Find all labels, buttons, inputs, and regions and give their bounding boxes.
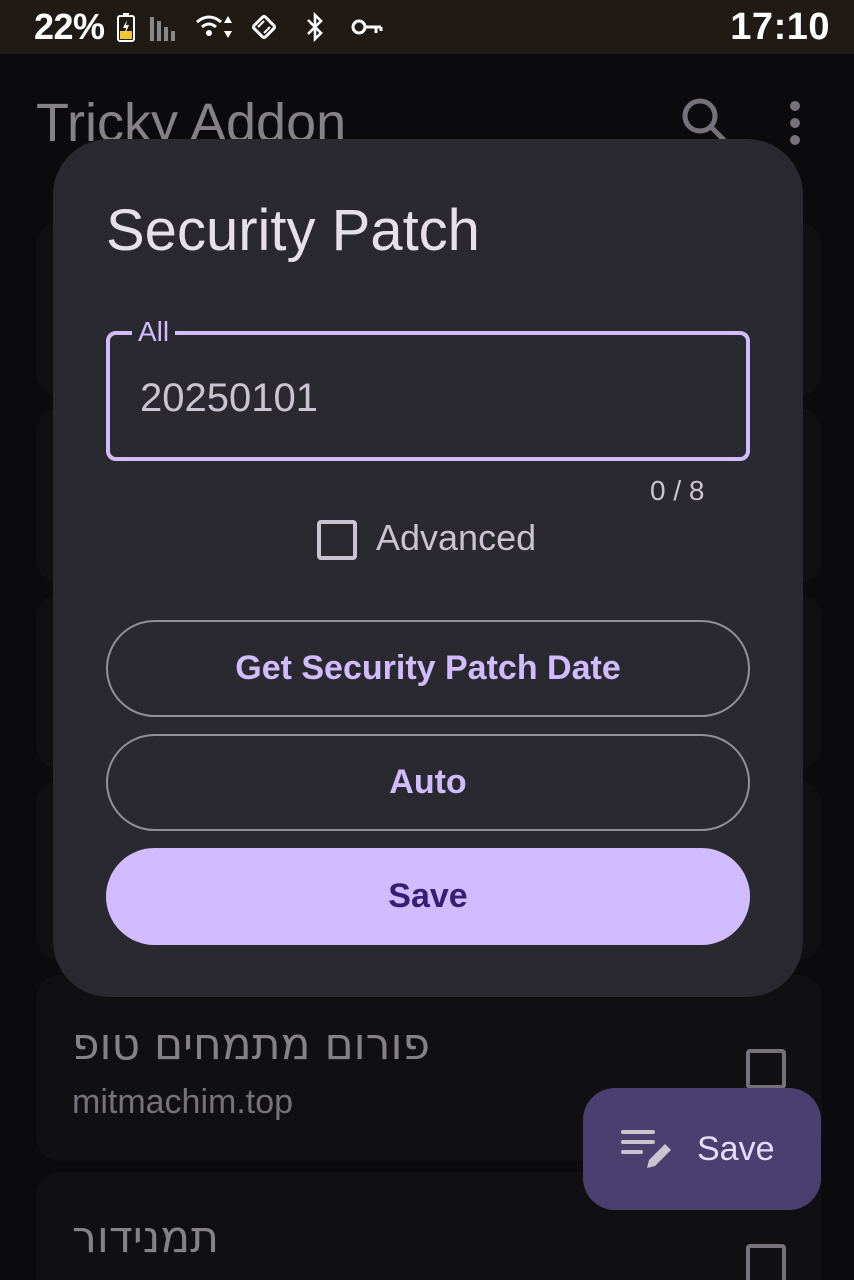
bluetooth-icon <box>305 12 325 42</box>
advanced-checkbox[interactable] <box>317 520 357 560</box>
security-patch-input[interactable] <box>140 373 700 423</box>
save-fab[interactable]: Save <box>583 1088 821 1210</box>
edit-list-icon <box>619 1124 675 1174</box>
wifi-icon <box>195 12 235 42</box>
status-icons <box>116 12 383 42</box>
field-label: All <box>132 315 176 349</box>
character-counter: 0 / 8 <box>650 475 705 506</box>
security-patch-dialog: Security Patch All 0 / 8 Advanced Get Se… <box>53 139 803 997</box>
dialog-title: Security Patch <box>106 198 480 263</box>
signal-icon <box>149 13 181 41</box>
battery-percentage: 22% <box>34 6 105 47</box>
auto-button[interactable]: Auto <box>106 734 750 831</box>
vpn-key-icon <box>351 17 383 37</box>
security-patch-field[interactable]: All <box>106 315 750 461</box>
save-button[interactable]: Save <box>106 848 750 945</box>
advanced-label[interactable]: Advanced <box>376 517 536 559</box>
fab-label: Save <box>697 1129 775 1168</box>
status-bar: 22% 17:10 <box>0 0 854 54</box>
rotate-icon <box>249 12 279 42</box>
get-security-patch-date-button[interactable]: Get Security Patch Date <box>106 620 750 717</box>
battery-charging-icon <box>116 12 135 42</box>
clock: 17:10 <box>730 5 830 48</box>
